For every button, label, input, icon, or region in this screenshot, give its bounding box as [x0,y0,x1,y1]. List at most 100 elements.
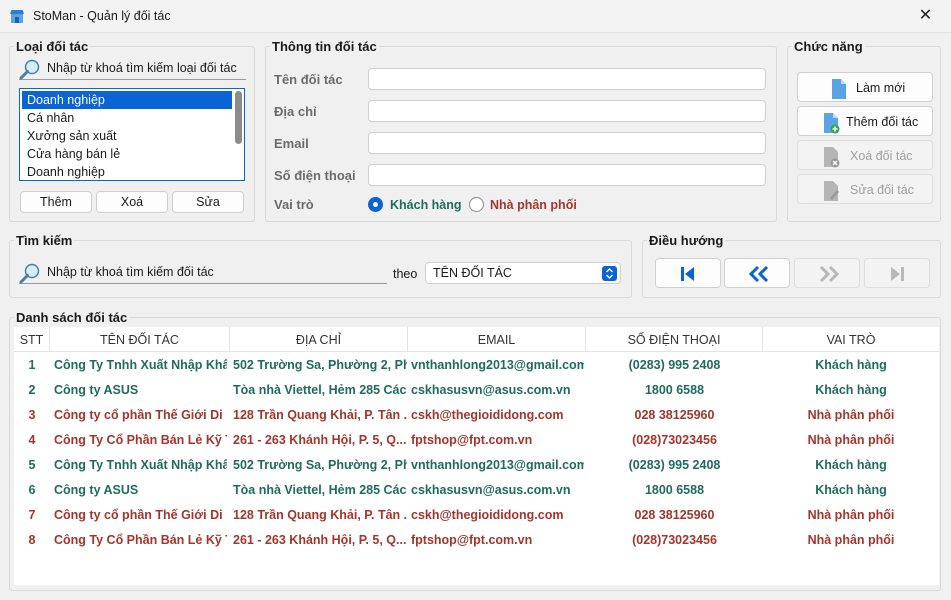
cell-phone: (0283) 995 2408 [628,458,721,472]
cell-stt: 2 [28,383,36,397]
cell-phone: 028 38125960 [634,508,715,522]
role-customer-radio[interactable] [368,197,383,212]
role-customer-label[interactable]: Khách hàng [390,198,462,212]
close-button[interactable]: ✕ [900,0,951,32]
first-page-icon [681,267,694,281]
delete-partner-button[interactable]: Xoá đối tác [797,140,933,170]
cell-stt: 3 [28,408,36,422]
cell-role: Khách hàng [815,358,887,372]
list-item[interactable]: Cá nhân [20,109,233,127]
table-row[interactable]: 6 Công ty ASUS Tòa nhà Viettel, Hẻm 285 Cá… [14,478,939,503]
table-row[interactable]: 4 Công Ty Cổ Phần Bán Lẻ Kỹ T... 261 - 263… [14,428,939,453]
cell-stt: 4 [28,433,36,447]
edit-document-icon [824,181,839,201]
cell-phone: (028)73023456 [632,533,717,547]
partner-type-list[interactable]: Doanh nghiệp Cá nhân Xưởng sản xuất Cửa … [19,88,245,181]
partner-type-search-input[interactable] [47,61,245,75]
column-header-address[interactable]: ĐỊA CHỈ [230,327,408,352]
cell-role: Khách hàng [815,383,887,397]
cell-role: Khách hàng [815,458,887,472]
table-row[interactable]: 2 Công ty ASUS Tòa nhà Viettel, Hẻm 285 Cá… [14,378,939,403]
refresh-button[interactable]: Làm mới [797,72,933,102]
edit-partner-button[interactable]: Sửa đối tác [797,174,933,204]
partner-search [19,262,387,284]
phone-field[interactable] [368,164,766,186]
last-page-icon [891,267,904,281]
role-distributor-radio[interactable] [469,197,484,212]
document-icon [832,79,846,99]
cell-email: cskhasusvn@asus.com.vn [411,383,571,397]
cell-stt: 8 [28,533,36,547]
cell-email: cskh@thegioididong.com [411,508,564,522]
double-chevron-right-icon [819,266,840,282]
previous-page-button[interactable] [724,258,790,288]
role-label: Vai trò [274,197,314,212]
table-row[interactable]: 7 Công ty cổ phần Thế Giới Di ... 128 Trần… [14,503,939,528]
cell-address: 261 - 263 Khánh Hội, P. 5, Q.... [233,533,407,547]
cell-stt: 5 [28,458,36,472]
table-row[interactable]: 1 Công Ty Tnhh Xuất Nhập Khẩ... 502 Trường… [14,353,939,378]
cell-stt: 1 [28,358,36,372]
partner-info-title: Thông tin đối tác [270,39,379,54]
cell-email: fptshop@fpt.com.vn [411,433,533,447]
search-field-select[interactable]: TÊN ĐỐI TÁC [425,262,621,284]
column-header-role[interactable]: VAI TRÒ [763,327,939,352]
delete-type-button[interactable]: Xoá [96,191,168,213]
cell-address: 128 Trần Quang Khải, P. Tân ... [233,508,407,522]
cell-phone: 1800 6588 [644,483,705,497]
partner-table[interactable]: STT TÊN ĐỐI TÁC ĐỊA CHỈ EMAIL SỐ ĐIỆN TH… [14,327,939,585]
navigation-title: Điều hướng [647,233,726,248]
edit-type-button[interactable]: Sửa [172,191,244,213]
list-item[interactable]: Xưởng sản xuất [20,127,233,145]
next-page-button[interactable] [794,258,860,288]
cell-name: Công ty ASUS [54,483,139,497]
list-item[interactable]: Cửa hàng bán lẻ [20,145,233,163]
edit-partner-label: Sửa đối tác [850,183,914,197]
partner-list-title: Danh sách đối tác [14,310,130,325]
phone-label: Số điện thoại [274,168,356,183]
window-title: StoMan - Quản lý đối tác [33,9,171,23]
delete-document-icon [824,147,840,168]
cell-phone: 028 38125960 [634,408,715,422]
cell-role: Nhà phân phối [807,533,895,547]
role-distributor-label[interactable]: Nhà phân phối [490,198,577,212]
cell-address: 128 Trần Quang Khải, P. Tân ... [233,408,407,422]
search-field-value: TÊN ĐỐI TÁC [433,266,512,280]
double-chevron-left-icon [748,266,769,282]
table-header: STT TÊN ĐỐI TÁC ĐỊA CHỈ EMAIL SỐ ĐIỆN TH… [14,327,939,352]
last-page-button[interactable] [864,258,930,288]
column-header-name[interactable]: TÊN ĐỐI TÁC [50,327,230,352]
list-item[interactable]: Doanh nghiệp [22,91,232,109]
cell-email: cskh@thegioididong.com [411,408,564,422]
cell-email: cskhasusvn@asus.com.vn [411,483,571,497]
cell-name: Công ty cổ phần Thế Giới Di ... [54,508,227,522]
cell-phone: (0283) 995 2408 [628,358,721,372]
partner-search-input[interactable] [47,265,383,279]
search-by-label: theo [393,267,418,281]
list-scrollbar[interactable] [235,91,242,144]
column-header-phone[interactable]: SỐ ĐIỆN THOẠI [586,327,763,352]
first-page-button[interactable] [655,258,721,288]
cell-email: fptshop@fpt.com.vn [411,533,533,547]
name-field[interactable] [368,68,766,90]
add-partner-label: Thêm đối tác [846,115,919,129]
search-title: Tìm kiếm [14,233,75,248]
table-row[interactable]: 5 Công Ty Tnhh Xuất Nhập Khẩ... 502 Trường… [14,453,939,478]
column-header-email[interactable]: EMAIL [408,327,586,352]
add-type-button[interactable]: Thêm [20,191,92,213]
list-item[interactable]: Doanh nghiệp [20,163,233,180]
cell-name: Công ty ASUS [54,383,139,397]
table-row[interactable]: 3 Công ty cổ phần Thế Giới Di ... 128 Trần… [14,403,939,428]
add-partner-button[interactable]: Thêm đối tác [797,106,933,136]
column-header-stt[interactable]: STT [14,327,50,352]
search-icon [19,263,40,284]
title-bar: StoMan - Quản lý đối tác ✕ [0,0,951,33]
table-row[interactable]: 8 Công Ty Cổ Phần Bán Lẻ Kỹ T... 261 - 263… [14,528,939,553]
functions-title: Chức năng [792,39,865,54]
cell-name: Công Ty Cổ Phần Bán Lẻ Kỹ T... [54,533,227,547]
email-field[interactable] [368,132,766,154]
search-icon [19,59,40,80]
cell-email: vnthanhlong2013@gmail.com [411,358,584,372]
address-field[interactable] [368,100,766,122]
cell-stt: 7 [28,508,36,522]
